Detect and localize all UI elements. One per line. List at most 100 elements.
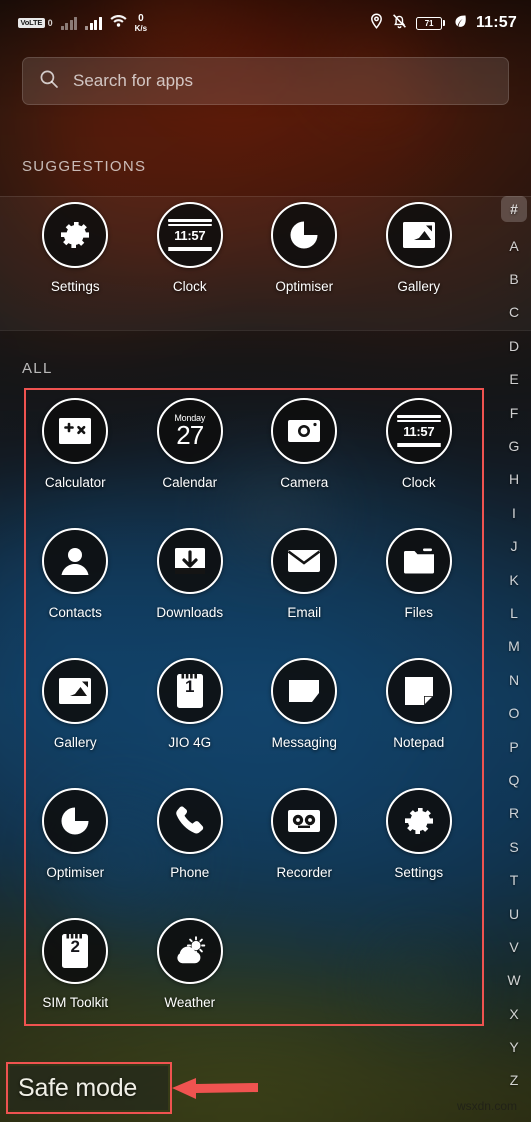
- calculator-icon: [42, 398, 109, 464]
- app-gallery[interactable]: Gallery: [18, 658, 133, 788]
- section-header-suggestions: SUGGESTIONS: [22, 158, 147, 175]
- phone-app-drawer-screen: VoLTE 0 0 K/s 71 11:57 Search for apps S…: [0, 0, 531, 1122]
- clock-icon: 11:57: [385, 398, 452, 464]
- folder-icon: [385, 528, 452, 594]
- clock-icon: 11:57: [156, 202, 223, 268]
- alphabet-index-d[interactable]: D: [499, 329, 529, 362]
- app-label: Optimiser: [275, 279, 334, 294]
- watermark: wsxdn.com: [456, 1099, 517, 1113]
- app-label: Files: [404, 605, 433, 620]
- alphabet-index-j[interactable]: J: [499, 530, 529, 563]
- gear-icon: [385, 788, 452, 854]
- section-header-all: ALL: [22, 360, 53, 377]
- app-label: SIM Toolkit: [42, 995, 109, 1010]
- app-camera[interactable]: Camera: [247, 398, 362, 528]
- all-apps-grid: Calculator Monday 27 Calendar Camera 11:…: [18, 398, 476, 1048]
- left-arrow-annotation: [170, 1072, 260, 1111]
- battery-icon: 71: [415, 16, 445, 30]
- contacts-person-icon: [42, 528, 109, 594]
- app-email[interactable]: Email: [247, 528, 362, 658]
- alphabet-index-z[interactable]: Z: [499, 1064, 529, 1097]
- search-bar[interactable]: Search for apps: [22, 57, 509, 105]
- alphabet-index-x[interactable]: X: [499, 997, 529, 1030]
- alphabet-index-hash[interactable]: #: [501, 196, 527, 222]
- alphabet-index-k[interactable]: K: [499, 563, 529, 596]
- weather-sun-cloud-icon: [156, 918, 223, 984]
- alphabet-index-t[interactable]: T: [499, 863, 529, 896]
- suggestions-divider-bottom: [0, 330, 531, 331]
- app-label: Gallery: [397, 279, 441, 294]
- app-weather[interactable]: Weather: [133, 918, 248, 1048]
- app-label: Gallery: [53, 735, 97, 750]
- power-saving-leaf-icon: [454, 14, 467, 33]
- suggestions-grid: Settings 11:57 Clock Optimiser Gallery: [18, 202, 476, 324]
- app-optimiser-suggestion[interactable]: Optimiser: [247, 202, 362, 324]
- app-jio-4g[interactable]: 1 JIO 4G: [133, 658, 248, 788]
- app-phone[interactable]: Phone: [133, 788, 248, 918]
- app-calendar[interactable]: Monday 27 Calendar: [133, 398, 248, 528]
- app-files[interactable]: Files: [362, 528, 477, 658]
- alphabet-index-l[interactable]: L: [499, 596, 529, 629]
- app-clock[interactable]: 11:57 Clock: [362, 398, 477, 528]
- alphabet-index-h[interactable]: H: [499, 463, 529, 496]
- app-label: Calculator: [44, 475, 106, 490]
- app-label: Settings: [394, 865, 444, 880]
- optimiser-pie-icon: [42, 788, 109, 854]
- alphabet-index-q[interactable]: Q: [499, 763, 529, 796]
- app-calculator[interactable]: Calculator: [18, 398, 133, 528]
- gallery-photo-icon: [42, 658, 109, 724]
- alphabet-index-u[interactable]: U: [499, 897, 529, 930]
- alphabet-index-f[interactable]: F: [499, 396, 529, 429]
- app-label: Notepad: [393, 735, 445, 750]
- safe-mode-badge: Safe mode: [10, 1066, 168, 1110]
- status-bar-left: VoLTE 0 0 K/s: [18, 13, 147, 33]
- alphabet-index-i[interactable]: I: [499, 496, 529, 529]
- app-label: Recorder: [276, 865, 333, 880]
- alphabet-index-b[interactable]: B: [499, 262, 529, 295]
- app-label: Weather: [164, 995, 216, 1010]
- location-icon: [370, 12, 383, 34]
- network-speed-indicator: 0 K/s: [135, 13, 147, 33]
- alphabet-index-s[interactable]: S: [499, 830, 529, 863]
- app-messaging[interactable]: Messaging: [247, 658, 362, 788]
- alphabet-index-g[interactable]: G: [499, 429, 529, 462]
- app-clock-suggestion[interactable]: 11:57 Clock: [133, 202, 248, 324]
- alphabet-index-p[interactable]: P: [499, 730, 529, 763]
- app-contacts[interactable]: Contacts: [18, 528, 133, 658]
- alphabet-index-c[interactable]: C: [499, 296, 529, 329]
- status-bar-right: 71 11:57: [370, 12, 517, 34]
- volte-label: VoLTE: [18, 17, 45, 29]
- app-sim-toolkit[interactable]: 2 SIM Toolkit: [18, 918, 133, 1048]
- gear-icon: [42, 202, 109, 268]
- calendar-icon: Monday 27: [156, 398, 223, 464]
- notifications-muted-icon: [392, 13, 407, 34]
- clock-icon-time: 11:57: [174, 227, 206, 243]
- alphabet-index-w[interactable]: W: [499, 964, 529, 997]
- app-recorder[interactable]: Recorder: [247, 788, 362, 918]
- search-input[interactable]: Search for apps: [73, 71, 193, 91]
- app-notepad[interactable]: Notepad: [362, 658, 477, 788]
- app-downloads[interactable]: Downloads: [133, 528, 248, 658]
- app-settings[interactable]: Settings: [362, 788, 477, 918]
- app-optimiser[interactable]: Optimiser: [18, 788, 133, 918]
- signal-sim1-icon: [60, 16, 78, 30]
- wifi-icon: [110, 14, 127, 32]
- notepad-icon: [385, 658, 452, 724]
- alphabet-index-n[interactable]: N: [499, 663, 529, 696]
- app-label: Settings: [50, 279, 100, 294]
- app-gallery-suggestion[interactable]: Gallery: [362, 202, 477, 324]
- app-label: JIO 4G: [168, 735, 212, 750]
- sim-card-icon: 1: [156, 658, 223, 724]
- alphabet-index-e[interactable]: E: [499, 363, 529, 396]
- alphabet-index-a[interactable]: A: [499, 229, 529, 262]
- alphabet-index-v[interactable]: V: [499, 930, 529, 963]
- status-bar: VoLTE 0 0 K/s 71 11:57: [0, 0, 531, 46]
- alphabet-index-scrubber[interactable]: # A B C D E F G H I J K L M N O P Q R S …: [499, 196, 529, 1097]
- alphabet-index-m[interactable]: M: [499, 630, 529, 663]
- app-label: Optimiser: [46, 865, 105, 880]
- alphabet-index-r[interactable]: R: [499, 797, 529, 830]
- app-settings-suggestion[interactable]: Settings: [18, 202, 133, 324]
- alphabet-index-o[interactable]: O: [499, 696, 529, 729]
- safe-mode-label: Safe mode: [18, 1073, 138, 1102]
- alphabet-index-y[interactable]: Y: [499, 1030, 529, 1063]
